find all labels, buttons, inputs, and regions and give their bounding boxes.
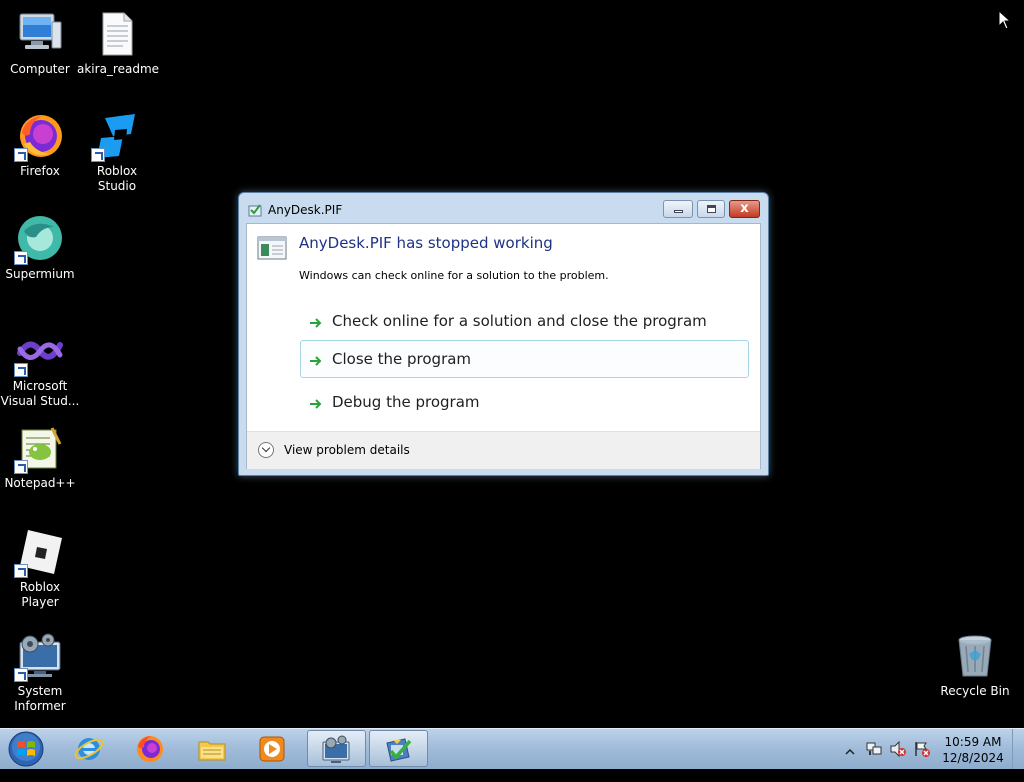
- firefox-icon: [135, 734, 165, 764]
- desktop-icon-label: Microsoft Visual Stud...: [0, 379, 80, 408]
- desktop-icon-firefox[interactable]: Firefox: [0, 112, 80, 179]
- desktop-icon-label: Recycle Bin: [940, 684, 1010, 698]
- option-label: Check online for a solution and close th…: [332, 312, 707, 330]
- check-online-option[interactable]: Check online for a solution and close th…: [300, 302, 749, 340]
- desktop-icon-label: Computer: [10, 62, 70, 76]
- show-hidden-icons-button[interactable]: [845, 742, 855, 782]
- problem-reporting-icon: [248, 202, 262, 217]
- shortcut-arrow-icon: [14, 251, 28, 265]
- clock-date: 12/8/2024: [942, 751, 1004, 765]
- text-document-icon: [93, 10, 141, 58]
- show-desktop-button[interactable]: [1012, 729, 1024, 769]
- desktop-icon-computer[interactable]: Computer: [0, 10, 80, 77]
- taskbar-internet-explorer[interactable]: [61, 730, 117, 767]
- mouse-cursor-icon: [998, 9, 1012, 34]
- notepad-plus-plus-icon: [14, 424, 64, 474]
- option-label: Debug the program: [332, 393, 480, 411]
- green-arrow-icon: [309, 353, 323, 372]
- start-button[interactable]: [6, 730, 46, 768]
- minimize-button[interactable]: [663, 200, 693, 218]
- dialog-content: AnyDesk.PIF has stopped working Windows …: [246, 223, 761, 469]
- desktop-icon-visual-studio[interactable]: Microsoft Visual Stud...: [0, 327, 80, 409]
- desktop-icon-label: Notepad++: [4, 476, 76, 490]
- roblox-player-icon: [14, 528, 64, 578]
- desktop-icon-label: Roblox Player: [19, 580, 61, 609]
- desktop-icon-label: Supermium: [5, 267, 75, 281]
- desktop-icon-recycle-bin[interactable]: Recycle Bin: [935, 632, 1015, 699]
- close-program-option[interactable]: Close the program: [300, 340, 749, 378]
- taskbar-problem-reporting[interactable]: [369, 730, 428, 767]
- dialog-subtext: Windows can check online for a solution …: [299, 269, 609, 282]
- computer-icon: [16, 10, 64, 58]
- desktop-icon-roblox-studio[interactable]: Roblox Studio: [77, 112, 157, 194]
- system-informer-icon: [14, 632, 64, 682]
- problem-reporting-icon: [383, 735, 413, 765]
- system-informer-icon: [321, 735, 351, 765]
- firefox-icon: [14, 112, 64, 162]
- desktop-icon-label: Roblox Studio: [96, 164, 138, 193]
- roblox-studio-icon: [91, 112, 141, 162]
- error-dialog: AnyDesk.PIF x AnyDesk.PIF has stopped wo…: [238, 192, 769, 476]
- maximize-button[interactable]: [697, 200, 725, 218]
- shortcut-arrow-icon: [14, 460, 28, 474]
- program-window-icon: [257, 235, 287, 261]
- dialog-headline: AnyDesk.PIF has stopped working: [299, 234, 553, 252]
- taskbar-clock[interactable]: 10:59 AM 12/8/2024: [938, 734, 1008, 766]
- shortcut-arrow-icon: [14, 668, 28, 682]
- dialog-title: AnyDesk.PIF: [268, 203, 343, 217]
- shortcut-arrow-icon: [91, 148, 105, 162]
- dialog-titlebar[interactable]: AnyDesk.PIF x: [239, 193, 768, 223]
- desktop-icon-akira-readme[interactable]: akira_readme: [77, 10, 160, 77]
- debug-program-option[interactable]: Debug the program: [300, 383, 749, 421]
- view-problem-details-link[interactable]: View problem details: [284, 443, 410, 457]
- visual-studio-icon: [14, 327, 64, 377]
- desktop-icon-system-informer[interactable]: System Informer: [0, 632, 80, 714]
- supermium-icon: [14, 215, 64, 265]
- green-arrow-icon: [309, 396, 323, 415]
- shortcut-arrow-icon: [14, 148, 28, 162]
- taskbar: 10:59 AM 12/8/2024: [0, 728, 1024, 769]
- volume-muted-icon[interactable]: [889, 740, 907, 780]
- recycle-bin-icon: [951, 632, 999, 680]
- taskbar-media-player[interactable]: [244, 730, 300, 767]
- shortcut-arrow-icon: [14, 564, 28, 578]
- dialog-footer: View problem details: [247, 431, 760, 469]
- desktop-icon-label: Firefox: [20, 164, 60, 178]
- desktop-icon-label: System Informer: [14, 684, 66, 713]
- chevron-down-icon[interactable]: [258, 442, 274, 458]
- desktop-icon-notepad-plus-plus[interactable]: Notepad++: [0, 424, 80, 491]
- taskbar-system-informer[interactable]: [307, 730, 366, 767]
- network-icon[interactable]: [866, 740, 884, 780]
- media-player-icon: [257, 734, 287, 764]
- close-icon: x: [740, 201, 749, 216]
- close-button[interactable]: x: [729, 200, 760, 218]
- green-arrow-icon: [309, 315, 323, 334]
- taskbar-firefox[interactable]: [122, 730, 178, 767]
- shortcut-arrow-icon: [14, 363, 28, 377]
- desktop-icon-roblox-player[interactable]: Roblox Player: [0, 528, 80, 610]
- file-explorer-icon: [197, 734, 227, 764]
- taskbar-file-explorer[interactable]: [184, 730, 240, 767]
- internet-explorer-icon: [74, 734, 104, 764]
- desktop-icon-label: akira_readme: [77, 62, 160, 76]
- option-label: Close the program: [332, 350, 472, 368]
- clock-time: 10:59 AM: [944, 735, 1002, 749]
- action-center-alert-icon[interactable]: [913, 740, 931, 780]
- desktop-icon-supermium[interactable]: Supermium: [0, 215, 80, 282]
